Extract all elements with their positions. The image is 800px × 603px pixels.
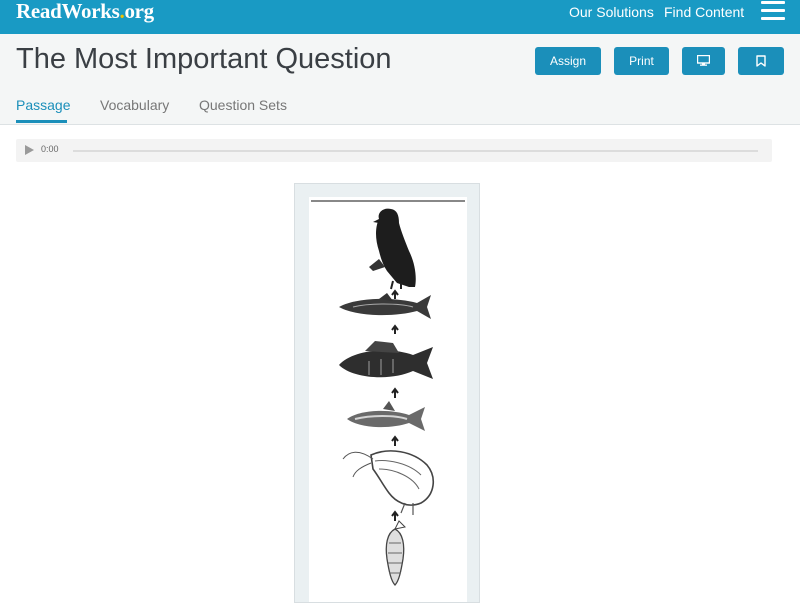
hamburger-line [761,9,785,12]
audio-progress-track[interactable] [73,150,758,152]
bookmark-icon [756,55,766,67]
hamburger-line [761,1,785,4]
shrimp-illustration [342,450,434,515]
active-tab-indicator [16,120,67,123]
readworks-logo[interactable]: ReadWorks.org [16,0,154,24]
passage-header: The Most Important Question Assign Print… [0,34,800,125]
monitor-icon [697,55,710,67]
logo-text: ReadWorks [16,0,120,23]
nav-our-solutions[interactable]: Our Solutions [569,3,654,21]
logo-suffix: org [124,0,154,23]
hawk-illustration [369,208,416,290]
audio-player: 0:00 [16,139,772,162]
audio-time: 0:00 [41,144,59,154]
perch-illustration [339,341,433,379]
hamburger-icon[interactable] [761,1,785,21]
small-fish-illustration [347,401,425,431]
tab-vocabulary[interactable]: Vocabulary [100,97,169,113]
tab-passage[interactable]: Passage [16,97,70,113]
food-chain-image [309,197,467,602]
pike-illustration [339,293,431,319]
page-title: The Most Important Question [16,43,392,75]
food-chain-illustration [311,200,465,586]
play-icon[interactable] [25,145,34,155]
present-button[interactable] [682,47,725,75]
top-navigation-bar: ReadWorks.org Our Solutions Find Content [0,0,800,34]
arrow-up-icon [391,510,399,521]
arrow-up-icon [391,387,399,398]
assign-button[interactable]: Assign [535,47,601,75]
passage-image-frame [294,183,480,603]
arrow-up-icon [391,435,399,446]
print-button[interactable]: Print [614,47,669,75]
tab-question-sets[interactable]: Question Sets [199,97,287,113]
arrow-up-icon [391,324,399,334]
arrow-up-icon [391,289,399,299]
nav-find-content[interactable]: Find Content [664,3,744,21]
bookmark-button[interactable] [738,47,784,75]
hamburger-line [761,17,785,20]
plankton-illustration [385,520,407,586]
